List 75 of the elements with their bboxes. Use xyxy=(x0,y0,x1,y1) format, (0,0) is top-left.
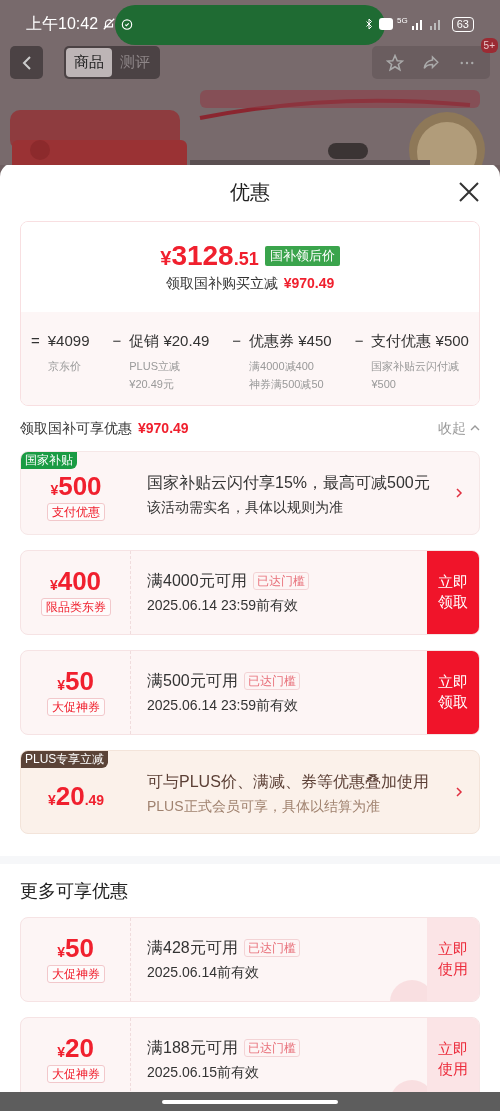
component-note: ¥500 xyxy=(371,376,397,392)
component-note: 国家补贴云闪付减 xyxy=(371,358,460,374)
use-button[interactable]: 立即使用 xyxy=(427,917,479,1001)
operator-sign: = xyxy=(31,331,40,351)
network-label: 5G xyxy=(397,16,408,25)
coupon-amount: ¥20.49 xyxy=(47,782,105,809)
discount-caption: 领取国补购买立减 xyxy=(165,274,278,293)
claim-button[interactable]: 立即领取 xyxy=(427,650,479,734)
offer-detail: PLUS正式会员可享，具体以结算为准 xyxy=(147,797,381,816)
coupon-validity: 2025.06.14前有效 xyxy=(147,962,261,982)
coupon-amount: ¥20 xyxy=(57,1035,94,1061)
section-amount: ¥970.49 xyxy=(138,418,189,438)
section-label: 领取国补可享优惠 xyxy=(20,418,132,438)
price-component: ¥4099 xyxy=(47,331,90,351)
status-tag: 已达门槛 xyxy=(252,571,309,590)
coupon-threshold: 满4000元可用 xyxy=(147,570,247,591)
plus-offer-card[interactable]: PLUS专享立减 ¥20.49 可与PLUS价、满减、券等优惠叠加使用 PLUS正式会员可享，具体以结算为准 xyxy=(20,749,480,834)
coupon-validity: 2025.06.14 23:59前有效 xyxy=(147,595,299,615)
share-icon[interactable] xyxy=(422,53,440,72)
offer-detail: 该活动需实名，具体以规则为准 xyxy=(147,498,344,517)
offer-card[interactable]: 国家补贴 ¥500 支付优惠 国家补贴云闪付享15%，最高可减500元 该活动需实名，具体以规则为准 xyxy=(20,450,480,535)
offer-tag: PLUS专享立减 xyxy=(21,750,109,768)
offer-title: 国家补贴云闪付享15%，最高可减500元 xyxy=(147,473,431,493)
chevron-right-icon[interactable] xyxy=(455,785,463,798)
coupon-amount: ¥500 xyxy=(50,472,102,499)
coupon-validity: 2025.06.15前有效 xyxy=(147,1062,261,1082)
battery-indicator: 63 xyxy=(451,16,474,32)
component-note: 神券满500减50 xyxy=(249,376,324,392)
coupon-threshold: 满188元可用 xyxy=(147,1037,238,1058)
star-icon[interactable] xyxy=(386,53,404,72)
close-icon[interactable] xyxy=(458,181,480,203)
bell-off-icon xyxy=(102,17,117,31)
price-tag: 国补领后价 xyxy=(264,246,340,266)
coupon-type-label: 限品类东券 xyxy=(40,598,111,616)
final-price: ¥3128.51 xyxy=(160,242,259,270)
back-button[interactable] xyxy=(10,46,43,79)
home-indicator[interactable] xyxy=(162,1099,338,1104)
status-tag: 已达门槛 xyxy=(243,1038,300,1057)
component-note: 满4000减400 xyxy=(249,358,315,374)
offer-tag: 国家补贴 xyxy=(21,451,77,469)
coupon-amount: ¥50 xyxy=(57,668,94,694)
coupon-type-label: 大促神券 xyxy=(46,698,105,716)
use-button[interactable]: 立即使用 xyxy=(427,1017,479,1092)
coupon-threshold: 满428元可用 xyxy=(147,937,238,958)
offer-title: 可与PLUS价、满减、券等优惠叠加使用 xyxy=(147,772,430,792)
component-note: ¥20.49元 xyxy=(129,376,175,392)
tab[interactable]: 测评 xyxy=(112,48,158,77)
chevron-right-icon[interactable] xyxy=(455,486,463,499)
coupon-type-label: 支付优惠 xyxy=(47,502,105,521)
chevron-up-icon xyxy=(470,424,480,432)
sheet-title: 优惠 xyxy=(230,180,270,205)
operator-sign: − xyxy=(112,331,122,351)
operator-sign: − xyxy=(354,331,364,351)
operator-sign: − xyxy=(232,331,242,351)
status-tag: 已达门槛 xyxy=(243,938,300,957)
component-note: 京东价 xyxy=(47,358,81,374)
claim-button[interactable]: 立即领取 xyxy=(427,550,479,634)
coupon-type-label: 大促神券 xyxy=(46,965,105,983)
price-component: 优惠券 ¥450 xyxy=(249,331,332,351)
status-tag: 已达门槛 xyxy=(243,671,300,690)
price-component: 支付优惠 ¥500 xyxy=(371,331,469,351)
collapse-toggle[interactable]: 收起 xyxy=(438,417,480,439)
component-note: PLUS立减 xyxy=(129,358,180,374)
more-offers-title: 更多可享优惠 xyxy=(20,880,128,901)
coupon-type-label: 大促神券 xyxy=(46,1065,105,1083)
price-component: 促销 ¥20.49 xyxy=(129,331,210,351)
discount-amount: ¥970.49 xyxy=(283,274,335,293)
back-icon xyxy=(20,54,33,71)
coupon-threshold: 满500元可用 xyxy=(147,670,238,691)
status-time: 上午10:42 xyxy=(26,14,99,34)
coupon-amount: ¥50 xyxy=(57,935,94,961)
coupon-validity: 2025.06.14 23:59前有效 xyxy=(147,695,299,715)
coupon-amount: ¥400 xyxy=(49,568,102,594)
tab[interactable]: 商品 xyxy=(66,48,112,77)
alarm-icon xyxy=(120,17,135,31)
